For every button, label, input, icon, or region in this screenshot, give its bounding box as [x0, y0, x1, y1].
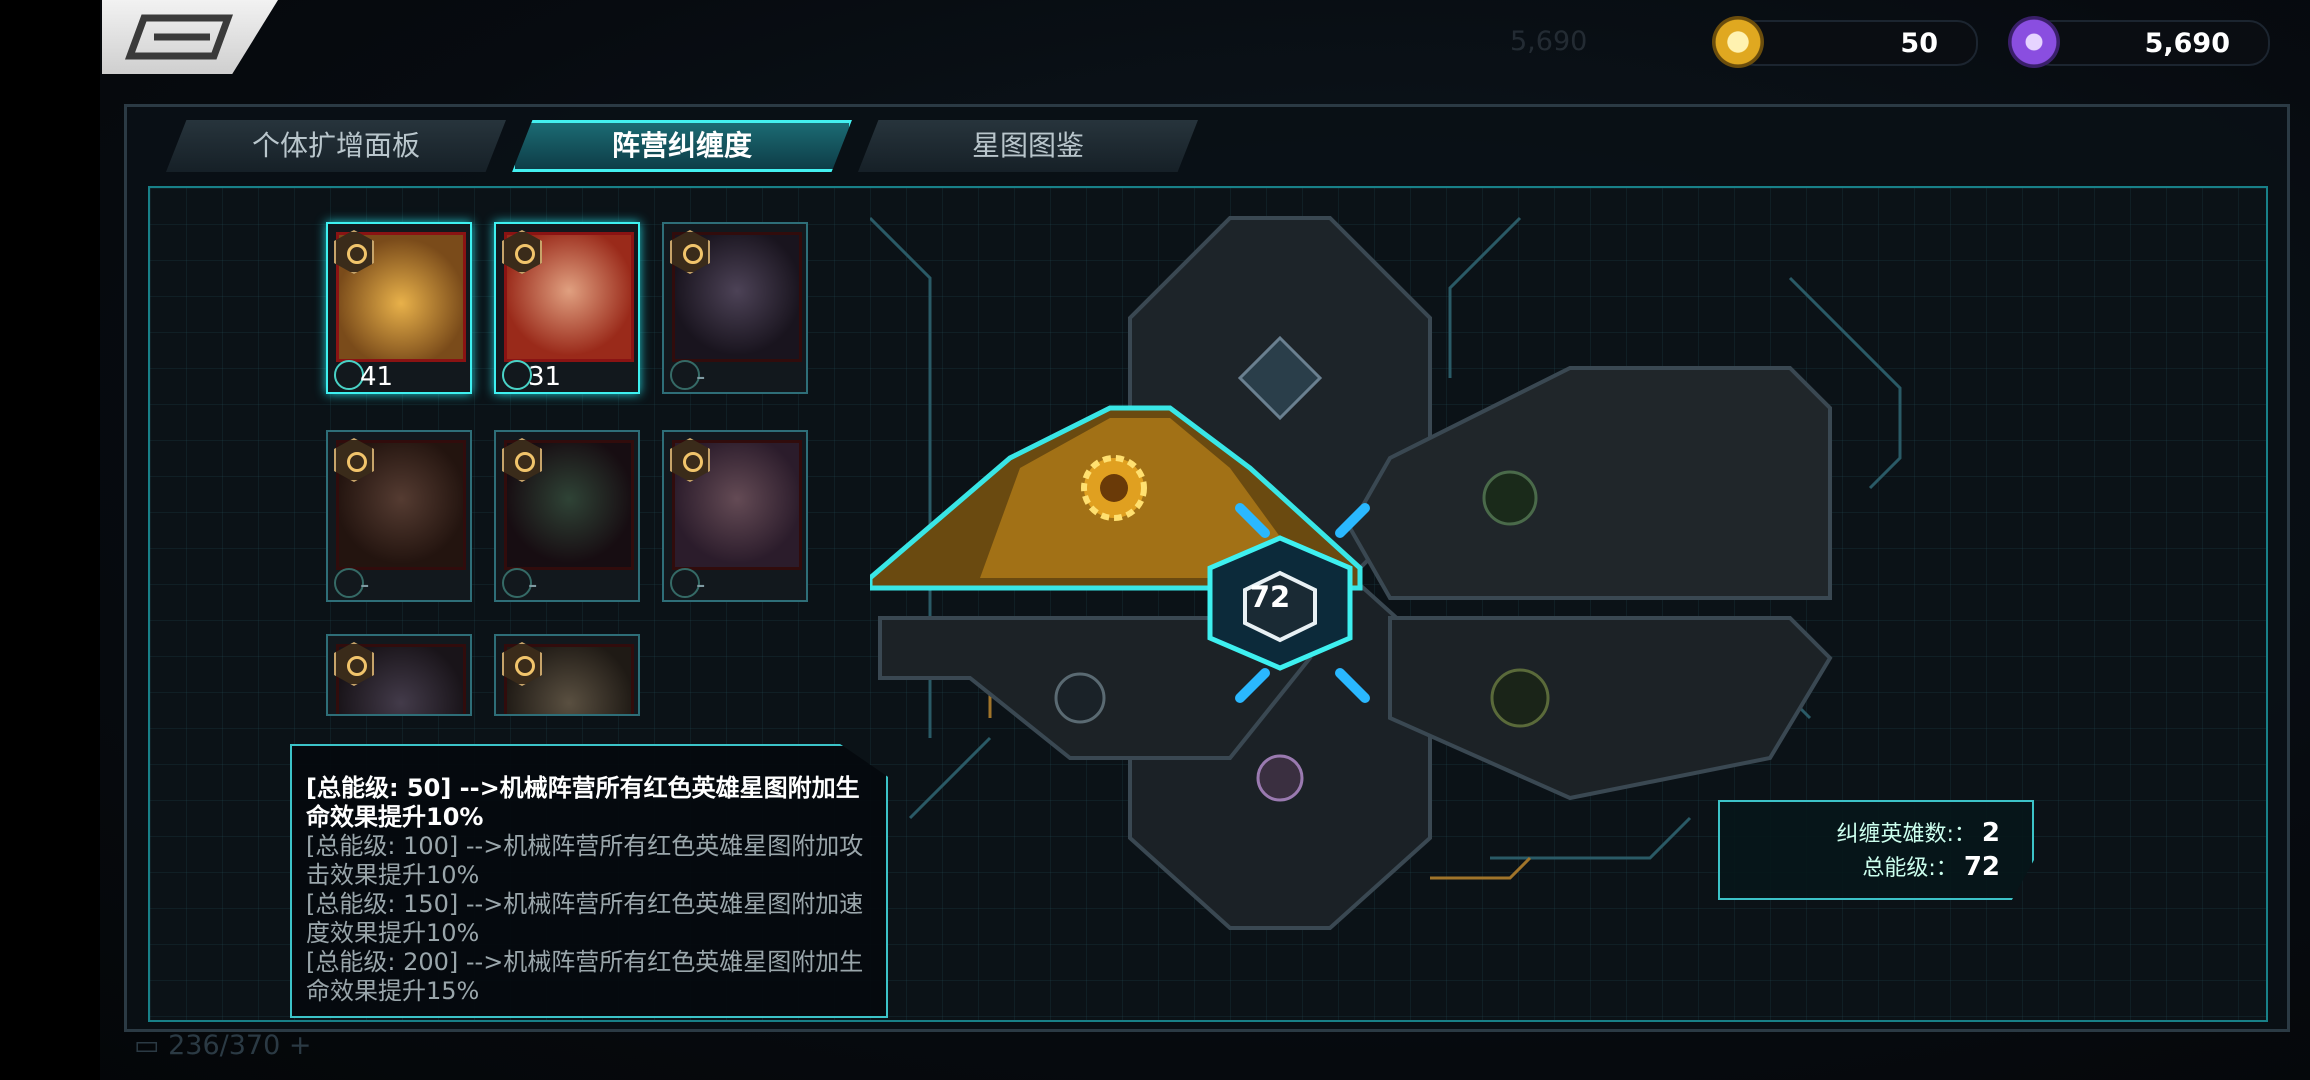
bonus-line: [总能级: 200] -->机械阵营所有红色英雄星图附加生命效果提升15% — [306, 948, 864, 1005]
left-lower-icon — [1054, 672, 1106, 724]
bonus-line-active: [总能级: 50] -->机械阵营所有红色英雄星图附加生命效果提升10% — [306, 774, 860, 831]
faded-bottom-text: ▭ 236/370 + — [134, 1030, 312, 1061]
entangled-heroes-row: 纠缠英雄数:： 2 — [1836, 816, 2000, 848]
gold-currency-bar[interactable]: 50 — [1712, 16, 1978, 68]
bonus-line: [总能级: 150] -->机械阵营所有红色英雄星图附加速度效果提升10% — [306, 890, 864, 947]
gem-amount: 5,690 — [2144, 28, 2230, 59]
skull-icon — [1256, 754, 1304, 802]
right-lower-module[interactable] — [1388, 616, 1833, 801]
right-lower-icon — [1490, 668, 1550, 728]
total-level-value: 72 — [1963, 852, 2000, 882]
entangled-heroes-label: 纠缠英雄数:： — [1836, 822, 1976, 847]
bonus-line: [总能级: 100] -->机械阵营所有红色英雄星图附加攻击效果提升10% — [306, 832, 864, 889]
hero-card[interactable]: - — [662, 222, 808, 394]
hero-card[interactable] — [326, 634, 472, 716]
tab-star-atlas[interactable]: 星图图鉴 — [858, 120, 1198, 172]
hero-level: - — [360, 570, 370, 600]
back-button[interactable] — [102, 0, 278, 74]
core-level: 72 — [1249, 580, 1291, 614]
gold-amount: 50 — [1900, 28, 1938, 59]
tab-individual-panel[interactable]: 个体扩增面板 — [166, 120, 506, 172]
right-module-icon — [1482, 470, 1538, 526]
entanglement-summary: 纠缠英雄数:： 2 总能级:： 72 — [1718, 800, 2034, 900]
hero-card[interactable]: 31 — [494, 222, 640, 394]
faded-currency-background: 5,690 — [1510, 26, 1588, 57]
hero-card[interactable]: 41 — [326, 222, 472, 394]
hero-level: - — [696, 570, 706, 600]
bonus-info-box[interactable]: [总能级: 50] -->机械阵营所有红色英雄星图附加生命效果提升10% [总能… — [290, 744, 888, 1018]
game-screen: 5,690 50 5,690 个体扩增面板 阵营纠缠度 星图图鉴 41 31 -… — [0, 0, 2310, 1080]
entangled-heroes-value: 2 — [1981, 818, 2000, 848]
gem-currency-bar[interactable]: 5,690 — [2008, 16, 2270, 68]
purple-gem-icon — [2008, 16, 2060, 68]
total-level-row: 总能级:： 72 — [1862, 850, 2000, 882]
hero-level: 41 — [360, 362, 394, 392]
hero-level: 31 — [528, 362, 562, 392]
tab-faction-entanglement[interactable]: 阵营纠缠度 — [512, 120, 852, 172]
hero-card[interactable] — [494, 634, 640, 716]
hero-level: - — [528, 570, 538, 600]
gold-coin-icon — [1712, 16, 1764, 68]
hero-card[interactable]: - — [326, 430, 472, 602]
left-black-bar — [0, 0, 100, 1080]
hero-level: - — [696, 362, 706, 392]
back-arrow-icon — [124, 14, 234, 60]
hero-card[interactable]: - — [494, 430, 640, 602]
hero-card[interactable]: - — [662, 430, 808, 602]
mech-gear-center — [1100, 474, 1128, 502]
total-level-label: 总能级:： — [1862, 856, 1958, 881]
